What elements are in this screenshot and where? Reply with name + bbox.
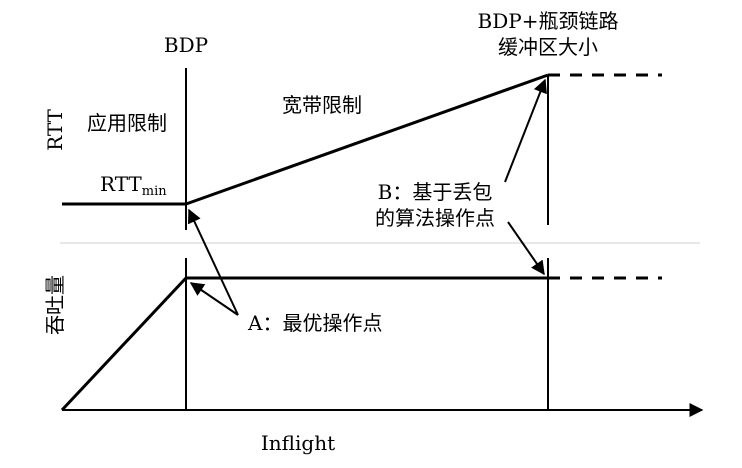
app-limited-label: 应用限制: [87, 111, 167, 135]
throughput-curve: [60, 276, 548, 412]
rtt-min-main: RTT: [100, 172, 142, 196]
rtt-min-label: RTTmin: [100, 172, 167, 199]
throughput-axis-label: 吞吐量: [43, 275, 67, 335]
point-b-arrow-upper: [504, 78, 547, 183]
point-b-label-line1: B：基于丢包: [378, 180, 493, 204]
bdp-top-label: BDP: [164, 33, 208, 57]
diagram-canvas: BDP BDP+瓶颈链路 缓冲区大小 RTT 应用限制 宽带限制 RTTmin …: [0, 0, 742, 468]
bbr-operating-point-diagram: BDP BDP+瓶颈链路 缓冲区大小 RTT 应用限制 宽带限制 RTTmin …: [43, 9, 704, 455]
point-b-arrow-lower: [507, 221, 545, 276]
rtt-axis-label: RTT: [43, 108, 67, 150]
bdp-buffer-label-line2: 缓冲区大小: [498, 35, 598, 59]
point-b-label-line2: 的算法操作点: [375, 206, 495, 230]
rtt-min-sub: min: [142, 184, 167, 199]
bdp-buffer-label-line1: BDP+瓶颈链路: [478, 9, 619, 33]
bandwidth-limited-label: 宽带限制: [282, 93, 362, 117]
x-axis-label: Inflight: [261, 431, 335, 455]
point-a-label: A：最优操作点: [247, 311, 382, 335]
